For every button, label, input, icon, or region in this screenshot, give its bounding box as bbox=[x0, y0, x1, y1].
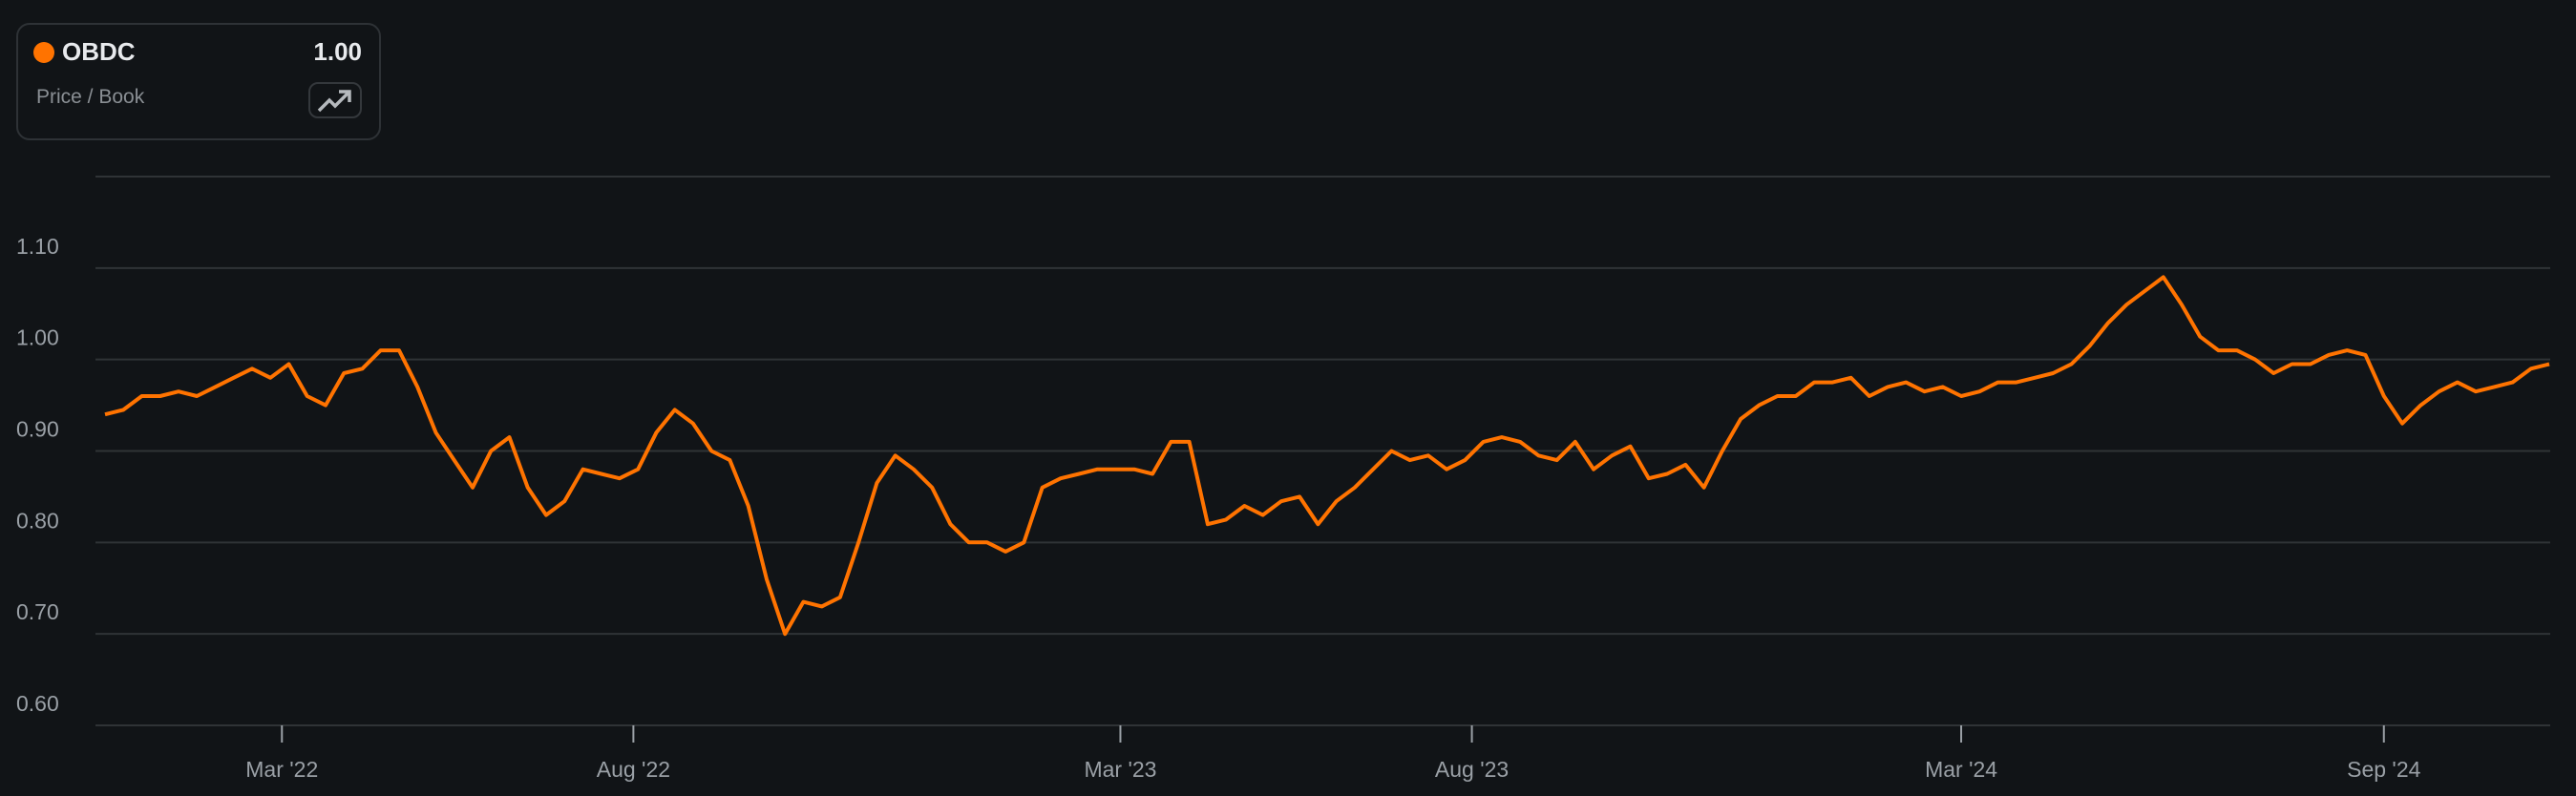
y-axis-labels: 0.60 0.70 0.80 0.90 1.00 1.10 bbox=[16, 234, 59, 716]
x-tick-label: Aug '22 bbox=[597, 757, 670, 782]
y-tick-label: 0.90 bbox=[16, 417, 59, 442]
x-tick-label: Aug '23 bbox=[1435, 757, 1509, 782]
x-tick-label: Sep '24 bbox=[2347, 757, 2420, 782]
y-tick-label: 1.00 bbox=[16, 325, 59, 350]
y-tick-label: 0.80 bbox=[16, 508, 59, 533]
x-tick-label: Mar '24 bbox=[1925, 757, 1997, 782]
y-tick-label: 0.70 bbox=[16, 599, 59, 624]
y-tick-label: 1.10 bbox=[16, 234, 59, 259]
x-tick-label: Mar '23 bbox=[1084, 757, 1156, 782]
x-axis: Mar '22 Aug '22 Mar '23 Aug '23 Mar '24 Sep '… bbox=[245, 725, 2421, 782]
x-tick-label: Mar '22 bbox=[245, 757, 318, 782]
gridlines bbox=[95, 176, 2550, 726]
series-line-obdc bbox=[104, 275, 2550, 637]
price-book-chart: 0.600.700.800.901.001.10 Mar '22 Aug '22 M… bbox=[16, 176, 2550, 782]
y-tick-label: 0.60 bbox=[16, 691, 59, 716]
